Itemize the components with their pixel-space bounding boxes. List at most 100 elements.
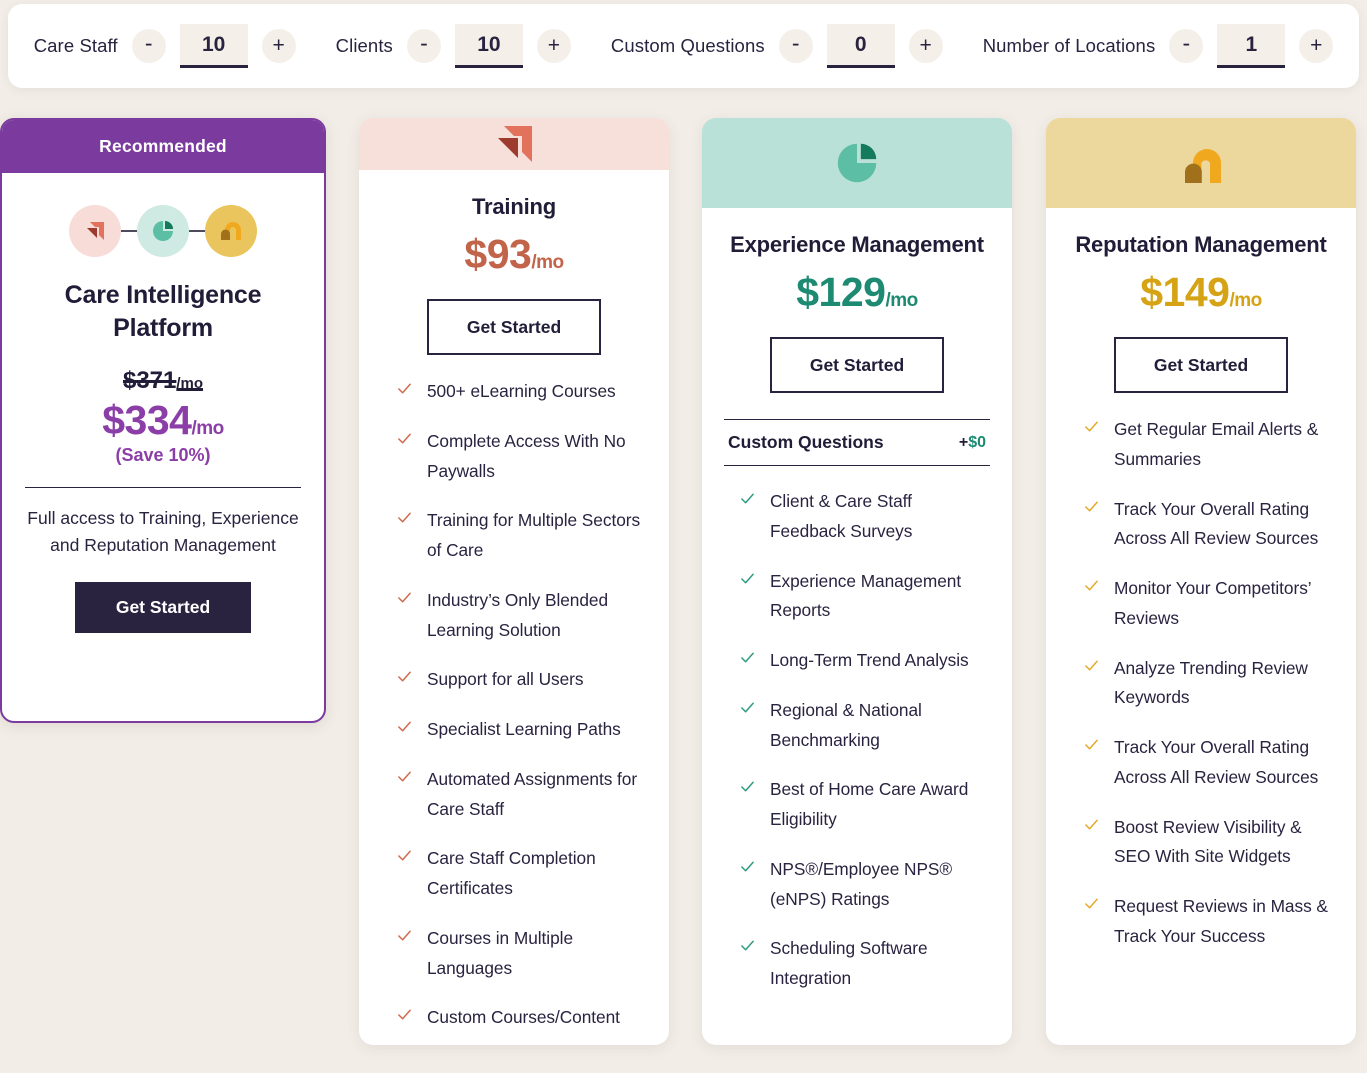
platform-discounted-price: $334/mo bbox=[102, 398, 224, 442]
feature-label: Specialist Learning Paths bbox=[427, 719, 621, 739]
platform-original-price-amount: $371 bbox=[122, 367, 177, 394]
stepper-label-clients: Clients bbox=[335, 35, 393, 56]
care-staff-increment-button[interactable]: + bbox=[261, 29, 296, 63]
experience-card-header bbox=[702, 118, 1012, 208]
feature-label: Custom Courses/Content bbox=[427, 1007, 620, 1028]
experience-management-icon bbox=[137, 205, 189, 257]
clients-increment-button[interactable]: + bbox=[536, 29, 571, 63]
check-icon bbox=[398, 930, 411, 941]
platform-original-price-period: /mo bbox=[176, 375, 204, 392]
feature-label: Scheduling Software Integration bbox=[770, 938, 928, 988]
locations-decrement-button[interactable]: - bbox=[1169, 29, 1204, 63]
stepper-label-custom-questions: Custom Questions bbox=[610, 35, 765, 56]
locations-input[interactable] bbox=[1217, 24, 1286, 68]
clients-input[interactable] bbox=[454, 24, 523, 68]
training-icon bbox=[498, 126, 532, 162]
stepper-group-custom-questions: Custom Questions - + bbox=[591, 24, 963, 68]
feature-item: Courses in Multiple Languages bbox=[397, 924, 647, 984]
feature-item: 500+ eLearning Courses bbox=[397, 377, 647, 407]
custom-questions-input[interactable] bbox=[826, 24, 895, 68]
custom-questions-plus-sign: + bbox=[958, 433, 969, 451]
trio-connector-left bbox=[121, 230, 137, 232]
feature-label: NPS®/Employee NPS® (eNPS) Ratings bbox=[770, 858, 953, 909]
check-icon bbox=[1085, 819, 1098, 829]
check-icon bbox=[398, 771, 411, 782]
pricing-configurator-bar: Care Staff - + Clients - + Custom Questi… bbox=[8, 4, 1359, 88]
reputation-price: $149/mo bbox=[1140, 272, 1262, 313]
feature-label: Care Staff Completion Certificates bbox=[427, 848, 596, 898]
check-icon bbox=[741, 573, 754, 583]
check-icon bbox=[398, 592, 411, 603]
reputation-get-started-button[interactable]: Get Started bbox=[1114, 337, 1288, 393]
pricing-card-training: Training $93/mo Get Started 500+ eLearni… bbox=[359, 118, 669, 1045]
check-icon bbox=[741, 652, 754, 663]
reputation-management-icon bbox=[205, 205, 257, 257]
custom-questions-decrement-button[interactable]: - bbox=[778, 29, 813, 63]
feature-label: Automated Assignments for Care Staff bbox=[427, 768, 638, 819]
clients-decrement-button[interactable]: - bbox=[406, 29, 441, 63]
feature-label: Complete Access With No Paywalls bbox=[427, 430, 626, 481]
experience-get-started-button[interactable]: Get Started bbox=[770, 337, 944, 393]
care-staff-decrement-button[interactable]: - bbox=[131, 29, 166, 63]
feature-item: Best of Home Care Award Eligibility bbox=[740, 775, 990, 835]
feature-item: Get Regular Email Alerts & Summaries bbox=[1084, 415, 1334, 475]
custom-questions-addon-row: Custom Questions +$0 bbox=[724, 419, 990, 466]
reputation-price-amount: $149 bbox=[1140, 269, 1230, 315]
feature-item: NPS®/Employee NPS® (eNPS) Ratings bbox=[740, 855, 990, 915]
platform-get-started-button[interactable]: Get Started bbox=[75, 582, 251, 634]
feature-item: Industry’s Only Blended Learning Solutio… bbox=[397, 586, 647, 646]
feature-item: Track Your Overall Rating Across All Rev… bbox=[1084, 733, 1334, 793]
feature-item: Care Staff Completion Certificates bbox=[397, 844, 647, 904]
stepper-group-care-staff: Care Staff - + bbox=[14, 24, 316, 68]
feature-item: Scheduling Software Integration bbox=[740, 934, 990, 994]
reputation-card-body: Reputation Management $149/mo Get Starte… bbox=[1046, 208, 1356, 1045]
care-staff-input[interactable] bbox=[179, 24, 248, 68]
locations-increment-button[interactable]: + bbox=[1299, 29, 1334, 63]
feature-item: Monitor Your Competitors’ Reviews bbox=[1084, 574, 1334, 634]
pricing-card-reputation-management: Reputation Management $149/mo Get Starte… bbox=[1046, 118, 1356, 1045]
experience-card-body: Experience Management $129/mo Get Starte… bbox=[702, 208, 1012, 1045]
feature-label: Long-Term Trend Analysis bbox=[770, 650, 969, 670]
feature-label: Support for all Users bbox=[427, 669, 584, 690]
feature-label: Boost Review Visibility & SEO With Site … bbox=[1114, 816, 1302, 867]
check-icon bbox=[398, 671, 411, 682]
check-icon bbox=[398, 512, 411, 523]
feature-label: Track Your Overall Rating Across All Rev… bbox=[1114, 498, 1319, 549]
stepper-label-care-staff: Care Staff bbox=[33, 35, 118, 56]
reputation-feature-list: Get Regular Email Alerts & Summaries Tra… bbox=[1068, 415, 1334, 972]
feature-item: Client & Care Staff Feedback Surveys bbox=[740, 487, 990, 547]
check-icon bbox=[741, 702, 754, 713]
check-icon bbox=[398, 1009, 411, 1020]
feature-label: Track Your Overall Rating Across All Rev… bbox=[1114, 737, 1319, 787]
check-icon bbox=[1085, 421, 1098, 432]
training-card-header bbox=[359, 118, 669, 170]
feature-label: Analyze Trending Review Keywords bbox=[1114, 657, 1308, 708]
reputation-price-period: /mo bbox=[1229, 290, 1262, 311]
feature-item: Long-Term Trend Analysis bbox=[740, 646, 990, 676]
feature-item: Training for Multiple Sectors of Care bbox=[397, 506, 647, 566]
training-get-started-button[interactable]: Get Started bbox=[427, 299, 601, 355]
feature-item: Custom Courses/Content bbox=[397, 1003, 647, 1033]
recommended-card-body: Care Intelligence Platform $371/mo $334/… bbox=[2, 173, 324, 721]
platform-price-period: /mo bbox=[191, 418, 224, 439]
stepper-group-clients: Clients - + bbox=[316, 24, 591, 68]
stepper-group-number-of-locations: Number of Locations - + bbox=[963, 24, 1354, 68]
check-icon bbox=[398, 850, 411, 861]
check-icon bbox=[741, 861, 754, 872]
custom-questions-increment-button[interactable]: + bbox=[908, 29, 943, 63]
training-price-period: /mo bbox=[531, 252, 564, 273]
experience-price-period: /mo bbox=[885, 290, 918, 311]
platform-description: Full access to Training, Experience and … bbox=[27, 508, 299, 556]
trio-connector-right bbox=[189, 230, 205, 232]
training-feature-list: 500+ eLearning Courses Complete Access W… bbox=[381, 377, 647, 1045]
feature-item: Regional & National Benchmarking bbox=[740, 696, 990, 756]
feature-item: Experience Management Reports bbox=[740, 567, 990, 627]
check-icon bbox=[1085, 580, 1098, 591]
recommended-card-divider bbox=[25, 487, 301, 489]
training-card-body: Training $93/mo Get Started 500+ eLearni… bbox=[359, 170, 669, 1045]
feature-item: Specialist Learning Paths bbox=[397, 715, 647, 745]
training-title: Training bbox=[472, 194, 556, 219]
reputation-title: Reputation Management bbox=[1075, 232, 1327, 257]
pricing-card-experience-management: Experience Management $129/mo Get Starte… bbox=[702, 118, 1012, 1045]
feature-label: Training for Multiple Sectors of Care bbox=[427, 510, 641, 560]
